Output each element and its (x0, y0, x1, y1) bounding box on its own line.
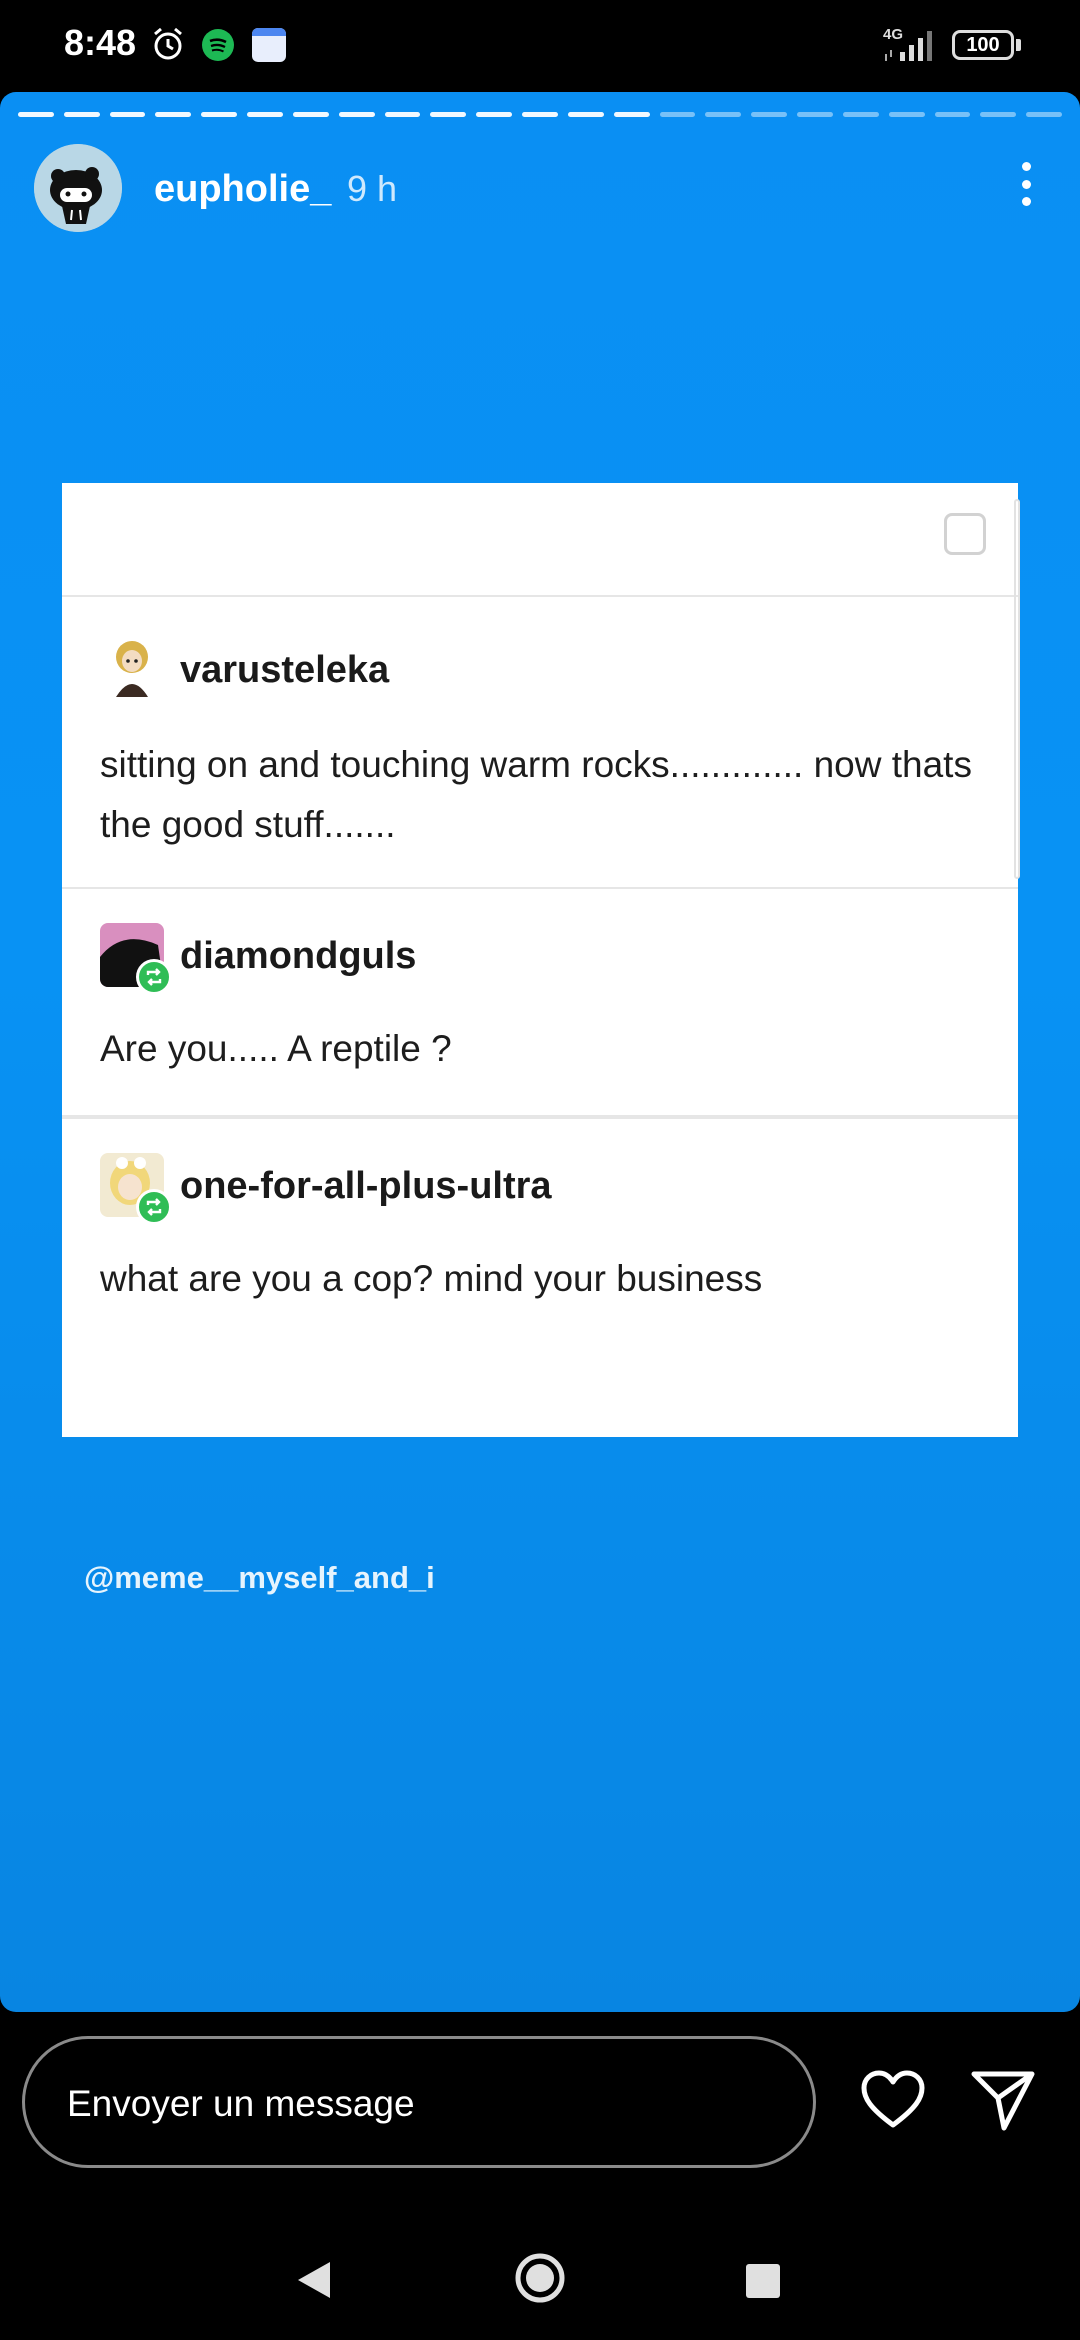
alarm-icon (154, 27, 182, 60)
story-header: eupholie_ 9 h (34, 144, 1046, 234)
send-icon[interactable] (970, 2068, 1036, 2132)
story-progress-segment (522, 112, 558, 117)
story-progress-segment (63, 112, 100, 117)
post-text: what are you a cop? mind your business (100, 1258, 763, 1299)
battery-icon: 100 (952, 30, 1014, 60)
send-message-placeholder: Envoyer un message (67, 2083, 415, 2124)
home-icon[interactable] (514, 2252, 566, 2304)
story-progress-segment (430, 112, 467, 117)
spotify-icon (202, 29, 234, 61)
status-time: 8:48 (64, 22, 137, 63)
post-item: varusteleka sitting on and touching warm… (62, 597, 1018, 889)
story-time-ago: 9 h (347, 168, 398, 209)
story-progress-segment (338, 112, 375, 117)
calendar-icon (252, 28, 286, 62)
post-text: sitting on and touching warm rocks......… (100, 744, 972, 845)
post-item: one-for-all-plus-ultra what are you a co… (62, 1117, 1018, 1437)
story-progress-segment (613, 112, 650, 117)
story-progress-segment (109, 112, 146, 117)
story-progress-segment (292, 112, 329, 117)
story-progress-segment (980, 112, 1017, 117)
system-nav-bar (0, 2220, 1080, 2340)
story-progress-segment (1026, 112, 1063, 117)
back-icon[interactable] (296, 2260, 332, 2300)
story-progress-segment (934, 112, 971, 117)
signal-icon (885, 31, 932, 61)
shared-post-card: varusteleka sitting on and touching warm… (62, 483, 1020, 1437)
story-progress-segment (384, 112, 421, 117)
avatar-drawing-icon (34, 144, 122, 232)
story-username[interactable]: eupholie_ (154, 168, 331, 211)
story-progress-segment (842, 112, 879, 117)
post-text: Are you..... A reptile ? (100, 1028, 452, 1069)
battery-cap (1016, 39, 1021, 51)
post-header: diamondguls (100, 889, 980, 995)
recents-icon[interactable] (746, 2264, 780, 2298)
heart-icon[interactable] (860, 2070, 926, 2130)
story-progress-segment (201, 112, 238, 117)
story-progress-segment (567, 112, 604, 117)
avatar[interactable] (34, 144, 122, 232)
story-progress-segment (659, 112, 696, 117)
post-item: diamondguls Are you..... A reptile ? (62, 889, 1018, 1117)
mention-sticker[interactable]: @meme__myself_and_i (84, 1560, 435, 1596)
post-username: varusteleka (180, 649, 390, 691)
more-options-icon[interactable] (1006, 154, 1046, 214)
story-progress-segment (751, 112, 788, 117)
story-progress-segment (476, 112, 513, 117)
post-username: one-for-all-plus-ultra (180, 1165, 552, 1207)
story-progress-segment (155, 112, 192, 117)
post-username: diamondguls (180, 935, 417, 977)
story-progress-segment (247, 112, 283, 117)
story-progress-segment (888, 112, 925, 117)
story-progress-segment (18, 112, 54, 117)
post-avatar (100, 633, 164, 697)
checkbox-icon (944, 513, 986, 555)
status-bar: 8:48 4G 100 (0, 0, 1080, 92)
reblog-icon (136, 959, 172, 995)
post-header: one-for-all-plus-ultra (100, 1119, 980, 1225)
card-top-bar (62, 483, 1018, 597)
send-message-input[interactable]: Envoyer un message (22, 2036, 816, 2168)
story-progress-segment (705, 112, 742, 117)
post-header: varusteleka (100, 597, 980, 715)
story-progress-segment (797, 112, 833, 117)
story-viewer[interactable]: eupholie_ 9 h varusteleka sitting on and… (0, 92, 1080, 2012)
reblog-icon (136, 1189, 172, 1225)
story-progress-bar (18, 112, 1063, 118)
